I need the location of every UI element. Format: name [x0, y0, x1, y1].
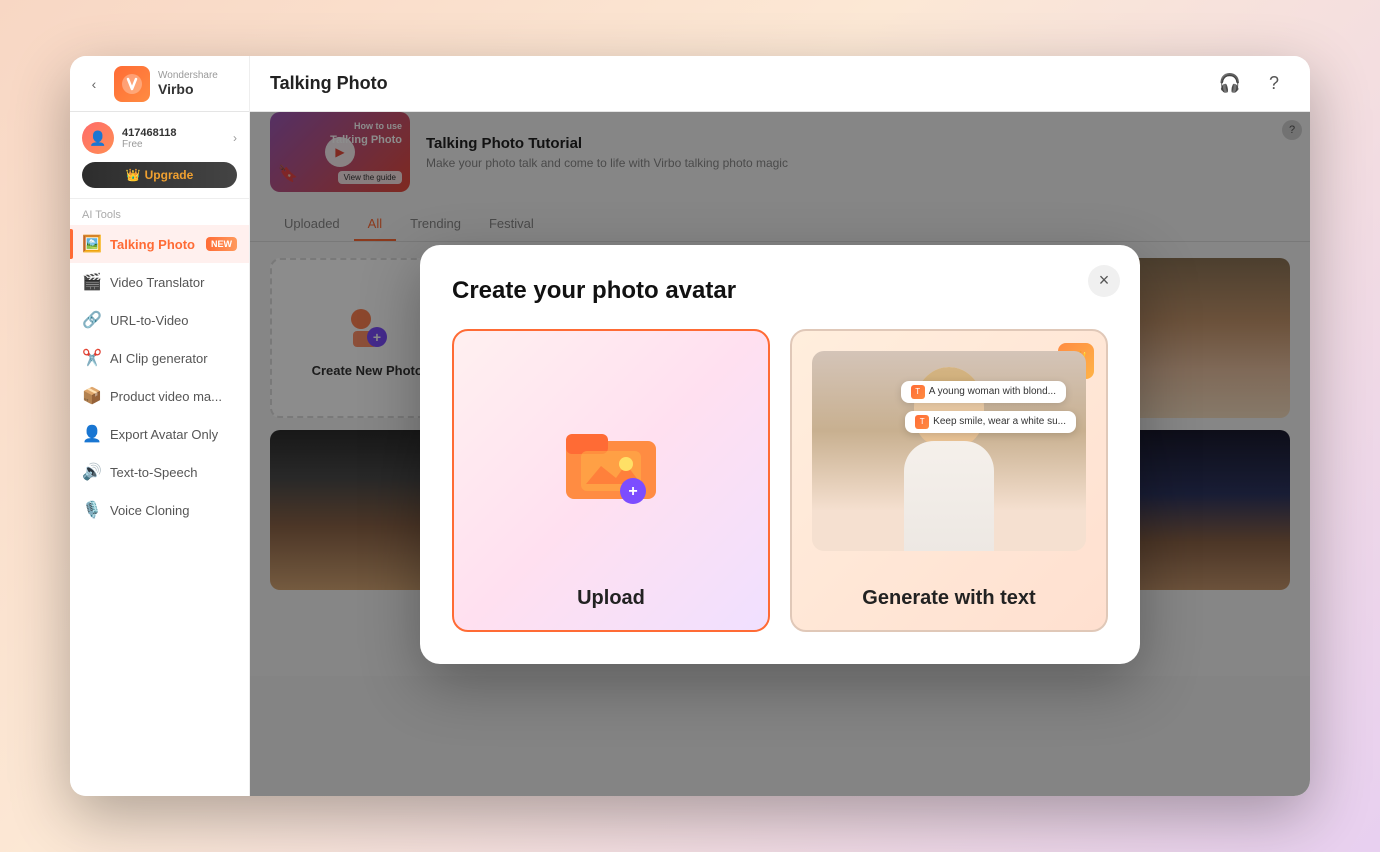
user-section: 👤 417468118 Free › 👑 Upgrade — [70, 112, 249, 199]
sidebar: 👤 417468118 Free › 👑 Upgrade AI Tools 🖼️… — [70, 112, 250, 796]
nav-label-ai-clip: AI Clip generator — [110, 351, 208, 366]
modal-close-button[interactable]: × — [1088, 265, 1120, 297]
prompt-text-1: A young woman with blond... — [929, 386, 1056, 397]
logo-text: Wondershare Virbo — [158, 70, 218, 97]
upgrade-label: Upgrade — [145, 168, 194, 182]
modal-title: Create your photo avatar — [452, 277, 1108, 305]
upgrade-button[interactable]: 👑 Upgrade — [82, 162, 237, 188]
app-window: ‹ Wondershare Virbo Talking Photo 🎧 ? — [70, 56, 1310, 796]
modal-overlay[interactable]: Create your photo avatar × — [250, 112, 1310, 796]
prompt-badge-2: T Keep smile, wear a white su... — [905, 411, 1076, 433]
user-id: 417468118 — [122, 127, 225, 139]
nav-label-text-to-speech: Text-to-Speech — [110, 465, 197, 480]
nav-label-talking-photo: Talking Photo — [110, 237, 195, 252]
sidebar-item-text-to-speech[interactable]: 🔊 Text-to-Speech — [70, 453, 249, 491]
user-plan: Free — [122, 139, 225, 150]
nav-label-voice-cloning: Voice Cloning — [110, 503, 190, 518]
body-area: 👤 417468118 Free › 👑 Upgrade AI Tools 🖼️… — [70, 112, 1310, 796]
expand-icon[interactable]: › — [233, 131, 237, 145]
prompt-text-2: Keep smile, wear a white su... — [933, 416, 1066, 427]
svg-text:+: + — [628, 483, 637, 500]
user-details: 417468118 Free — [122, 127, 225, 150]
nav-label-video-translator: Video Translator — [110, 275, 204, 290]
ai-clip-icon: ✂️ — [82, 348, 102, 368]
ai-tools-label: AI Tools — [70, 199, 249, 225]
upload-icon-area: + — [474, 351, 748, 571]
sidebar-item-voice-cloning[interactable]: 🎙️ Voice Cloning — [70, 491, 249, 529]
main-content: How to use Talking Photo ▶ View the guid… — [250, 112, 1310, 796]
page-title: Talking Photo — [270, 73, 388, 94]
help-icon[interactable]: ? — [1258, 68, 1290, 100]
new-badge: NEW — [206, 237, 237, 251]
generate-option-card[interactable]: 👑 — [790, 329, 1108, 632]
sidebar-logo-area: ‹ Wondershare Virbo — [70, 56, 250, 112]
nav-label-export-avatar: Export Avatar Only — [110, 427, 218, 442]
prompt-icon-2: T — [915, 415, 929, 429]
text-to-speech-icon: 🔊 — [82, 462, 102, 482]
user-info: 👤 417468118 Free › — [82, 122, 237, 154]
app-name: Virbo — [158, 81, 218, 97]
product-video-icon: 📦 — [82, 386, 102, 406]
prompt-badge-1: T A young woman with blond... — [901, 381, 1066, 403]
upload-option-card[interactable]: + Upload — [452, 329, 770, 632]
headphone-icon[interactable]: 🎧 — [1214, 68, 1246, 100]
sidebar-item-url-to-video[interactable]: 🔗 URL-to-Video — [70, 301, 249, 339]
nav-label-product-video: Product video ma... — [110, 389, 222, 404]
upload-label: Upload — [577, 587, 645, 610]
voice-cloning-icon: 🎙️ — [82, 500, 102, 520]
url-to-video-icon: 🔗 — [82, 310, 102, 330]
app-header: ‹ Wondershare Virbo Talking Photo 🎧 ? — [70, 56, 1310, 112]
brand-name: Wondershare — [158, 70, 218, 81]
modal-options: + Upload 👑 — [452, 329, 1108, 632]
modal: Create your photo avatar × — [420, 245, 1140, 664]
sidebar-item-product-video[interactable]: 📦 Product video ma... — [70, 377, 249, 415]
back-button[interactable]: ‹ — [82, 72, 106, 96]
nav-label-url-to-video: URL-to-Video — [110, 313, 189, 328]
sidebar-item-video-translator[interactable]: 🎬 Video Translator — [70, 263, 249, 301]
generate-label: Generate with text — [862, 587, 1035, 610]
sidebar-item-export-avatar[interactable]: 👤 Export Avatar Only — [70, 415, 249, 453]
sidebar-item-talking-photo[interactable]: 🖼️ Talking Photo NEW — [70, 225, 249, 263]
avatar: 👤 — [82, 122, 114, 154]
export-avatar-icon: 👤 — [82, 424, 102, 444]
virbo-logo-icon — [114, 66, 150, 102]
header-icons: 🎧 ? — [1214, 68, 1290, 100]
generate-photo-area: T A young woman with blond... T Keep smi… — [812, 351, 1086, 571]
prompt-icon-1: T — [911, 385, 925, 399]
upgrade-icon: 👑 — [126, 168, 141, 182]
talking-photo-icon: 🖼️ — [82, 234, 102, 254]
sidebar-item-ai-clip[interactable]: ✂️ AI Clip generator — [70, 339, 249, 377]
video-translator-icon: 🎬 — [82, 272, 102, 292]
